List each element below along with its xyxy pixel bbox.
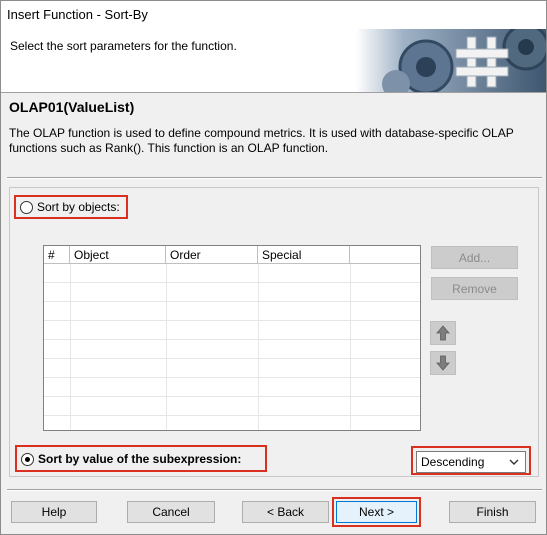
column-header[interactable]: #: [44, 246, 70, 264]
function-description: The OLAP function is used to define comp…: [9, 126, 514, 155]
column-header[interactable]: Object: [70, 246, 166, 264]
move-down-button[interactable]: [430, 351, 456, 375]
radio-circle: [21, 452, 34, 466]
remove-button[interactable]: Remove: [431, 277, 518, 300]
wizard-header: Select the sort parameters for the funct…: [1, 29, 546, 93]
divider: [7, 177, 542, 179]
sort-by-objects-label: Sort by objects:: [37, 200, 120, 214]
arrow-up-icon: [436, 325, 450, 341]
column-header[interactable]: Order: [166, 246, 258, 264]
insert-function-dialog: Insert Function - Sort-By Select the sor…: [0, 0, 547, 535]
sort-objects-table[interactable]: # Object Order Special: [43, 245, 421, 431]
finish-button[interactable]: Finish: [449, 501, 536, 523]
sort-order-dropdown[interactable]: Descending: [416, 451, 526, 473]
sort-by-objects-radio[interactable]: Sort by objects:: [20, 200, 120, 214]
move-up-button[interactable]: [430, 321, 456, 345]
gears-banner-icon: [356, 29, 546, 92]
sort-by-subexpression-label: Sort by value of the subexpression:: [38, 452, 242, 466]
title-bar: Insert Function - Sort-By: [1, 1, 546, 29]
add-button[interactable]: Add...: [431, 246, 518, 269]
radio-circle: [20, 200, 33, 214]
arrow-down-icon: [436, 355, 450, 371]
back-button[interactable]: < Back: [242, 501, 329, 523]
header-instruction: Select the sort parameters for the funct…: [10, 39, 237, 53]
next-button[interactable]: Next >: [336, 501, 417, 523]
table-header: # Object Order Special: [44, 246, 420, 264]
chevron-down-icon: [509, 459, 519, 465]
function-name: OLAP01(ValueList): [9, 99, 135, 115]
table-body: [44, 264, 420, 430]
sort-order-value: Descending: [421, 455, 485, 469]
help-button[interactable]: Help: [11, 501, 97, 523]
sort-by-subexpression-radio[interactable]: Sort by value of the subexpression:: [21, 452, 241, 466]
column-header[interactable]: Special: [258, 246, 350, 264]
cancel-button[interactable]: Cancel: [127, 501, 215, 523]
window-title: Insert Function - Sort-By: [7, 7, 148, 22]
divider: [7, 489, 542, 491]
